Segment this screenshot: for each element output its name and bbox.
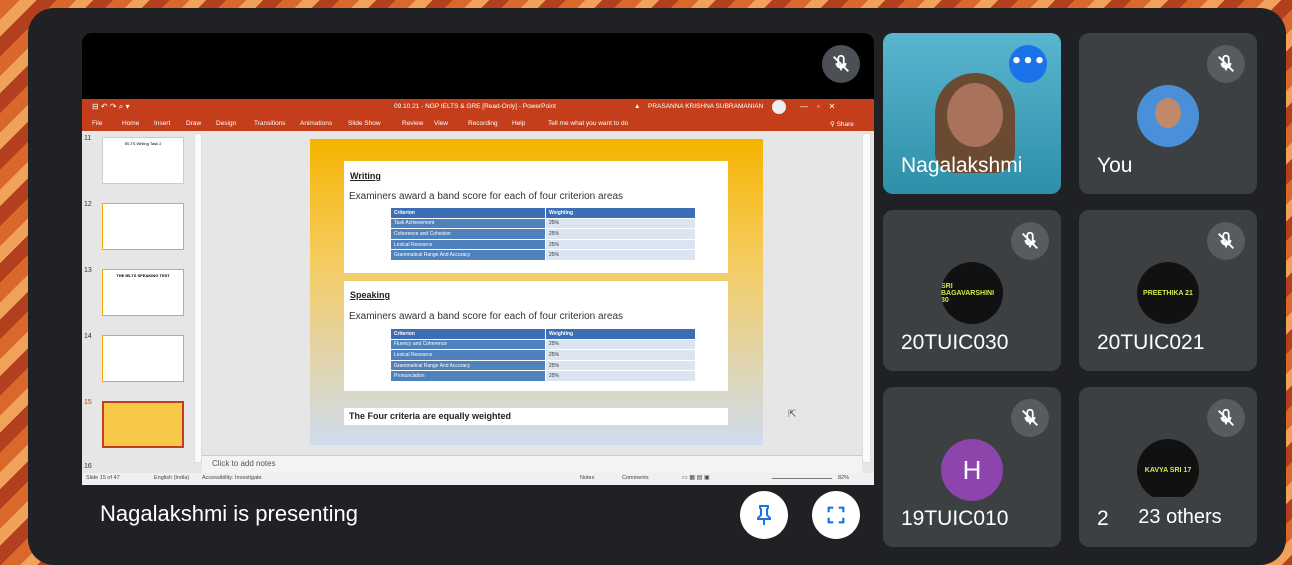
ribbon-tab-home[interactable]: Home — [122, 120, 139, 127]
thumb-number: 11 — [84, 135, 92, 142]
table-row: Lexical Resource 25% — [390, 349, 696, 361]
ppt-share-button[interactable]: ⚲ Share — [830, 120, 854, 128]
slide-thumbnail-13[interactable]: THE IELTS SPEAKING TEST — [102, 269, 184, 316]
ppt-user-avatar — [772, 100, 786, 114]
participant-name: 20TUIC030 — [901, 331, 1009, 354]
warning-icon: ▲ — [634, 103, 641, 110]
avatar: KAVYA SRI 17 — [1137, 439, 1199, 501]
pin-button[interactable] — [740, 491, 788, 539]
ppt-quick-access[interactable]: ⊟ ↶ ↷ ⌕ ▾ — [92, 102, 130, 112]
presentation-stage — [82, 33, 874, 99]
mic-off-icon — [1011, 222, 1049, 260]
ribbon-tab-recording[interactable]: Recording — [468, 120, 498, 127]
thumb-number: 15 — [84, 399, 92, 406]
powerpoint-window: ⊟ ↶ ↷ ⌕ ▾ 09.10.21 - NGP IELTS & GRE [Re… — [82, 99, 874, 485]
ppt-status-bar: Slide 15 of 47 English (India) Accessibi… — [82, 473, 874, 485]
presenting-banner: Nagalakshmi is presenting — [82, 485, 874, 547]
ppt-ribbon: ⊟ ↶ ↷ ⌕ ▾ 09.10.21 - NGP IELTS & GRE [Re… — [82, 99, 874, 131]
comments-button[interactable]: Comments — [622, 475, 649, 481]
table-row: Grammatical Range And Accuracy 25% — [390, 359, 696, 372]
ribbon-tab-slide-show[interactable]: Slide Show — [348, 120, 381, 127]
table-row: Lexical Resource 25% — [390, 238, 696, 251]
view-buttons[interactable]: ▭ ▦ ▤ ▣ — [682, 474, 710, 481]
notes-button[interactable]: Notes — [580, 475, 594, 481]
participant-tile-19tuic010[interactable]: H 19TUIC010 — [883, 387, 1061, 547]
avatar: PREETHIKA 21 — [1137, 262, 1199, 324]
mic-off-icon — [1011, 399, 1049, 437]
notes-placeholder: Click to add notes — [212, 459, 276, 468]
slide-thumbnail-pane: 11 IELTS Writing Task 2 12 13 THE IELTS … — [82, 131, 194, 470]
slide-counter: Slide 15 of 47 — [86, 475, 120, 481]
avatar — [1137, 85, 1199, 147]
others-count-chip[interactable]: 23 others — [1113, 497, 1247, 537]
thumb-number: 14 — [84, 333, 92, 340]
ribbon-tab-animations[interactable]: Animations — [300, 120, 332, 127]
ppt-user-name: PRASANNA KRISHNA SUBRAMANIAN — [648, 103, 764, 110]
ppt-window-title: 09.10.21 - NGP IELTS & GRE [Read-Only] -… — [394, 103, 556, 110]
speaking-subtext: Examiners award a band score for each of… — [349, 311, 624, 322]
slide-thumbnail-14[interactable] — [102, 335, 184, 382]
table-row: Fluency and Coherence 25% — [390, 338, 696, 351]
writing-criteria-table: Criterion Weighting Task Achievement 25% C… — [390, 207, 696, 261]
slide-scrollbar[interactable] — [862, 133, 871, 463]
zoom-level[interactable]: 82% — [838, 475, 849, 481]
participant-tile-you[interactable]: You — [1079, 33, 1257, 194]
slide-thumbnail-12[interactable] — [102, 203, 184, 250]
presenting-label: Nagalakshmi is presenting — [100, 501, 359, 526]
slide-thumbnail-11[interactable]: IELTS Writing Task 2 — [102, 137, 184, 184]
participant-name: 19TUIC010 — [901, 507, 1009, 530]
table-row: Pronunciation 25% — [390, 370, 696, 382]
participant-tile-others[interactable]: KAVYA SRI 17 2 23 others — [1079, 387, 1257, 547]
language-status[interactable]: English (India) — [154, 475, 189, 481]
zoom-slider[interactable] — [772, 478, 832, 479]
ribbon-tab-transitions[interactable]: Transitions — [254, 120, 286, 127]
slide-footer-text: The Four criteria are equally weighted — [349, 411, 512, 421]
speaking-criteria-table: Criterion Weighting Fluency and Coherence… — [390, 328, 696, 382]
presenter-mic-off-icon — [822, 45, 860, 83]
speaking-heading: Speaking — [350, 290, 391, 300]
ppt-window-controls[interactable]: — ▫ ✕ — [800, 102, 835, 111]
thumb-number: 13 — [84, 267, 92, 274]
writing-heading: Writing — [350, 171, 381, 181]
participant-name: 20TUIC021 — [1097, 331, 1205, 354]
pin-icon — [757, 505, 771, 525]
speaking-indicator-icon: ••• — [1009, 45, 1047, 83]
thumb-number: 16 — [84, 463, 92, 470]
ribbon-tab-insert[interactable]: Insert — [154, 120, 170, 127]
ribbon-tab-file[interactable]: File — [92, 120, 102, 127]
ribbon-tab-help[interactable]: Help — [512, 120, 525, 127]
writing-subtext: Examiners award a band score for each of… — [349, 191, 624, 202]
participant-tile-nagalakshmi[interactable]: ••• Nagalakshmi — [883, 33, 1061, 194]
thumb-number: 12 — [84, 201, 92, 208]
table-row: Task Achievement 25% — [390, 217, 696, 230]
footer-box: The Four criteria are equally weighted — [344, 408, 728, 425]
participant-name: You — [1097, 154, 1133, 177]
table-row: Grammatical Range And Accuracy 25% — [390, 249, 696, 261]
thumbnail-scrollbar[interactable] — [194, 133, 202, 463]
table-row: Coherence and Cohesion 25% — [390, 228, 696, 240]
ribbon-tab-draw[interactable]: Draw — [186, 120, 201, 127]
participant-name: Nagalakshmi — [901, 154, 1023, 177]
notes-pane[interactable]: Click to add notes — [202, 455, 862, 473]
fullscreen-icon — [827, 506, 845, 524]
cursor-icon: ⇱ — [788, 409, 797, 420]
slide-thumbnail-15[interactable] — [102, 401, 184, 448]
mic-off-icon — [1207, 45, 1245, 83]
ribbon-tab-view[interactable]: View — [434, 120, 448, 127]
mic-off-icon — [1207, 399, 1245, 437]
current-slide: Writing Examiners award a band score for… — [310, 139, 763, 445]
ribbon-tab-review[interactable]: Review — [402, 120, 423, 127]
speaking-box: Speaking Examiners award a band score fo… — [344, 281, 728, 391]
participant-name: 2 — [1097, 507, 1109, 530]
participant-tile-20tuic021[interactable]: PREETHIKA 21 20TUIC021 — [1079, 210, 1257, 371]
ribbon-tab-tell-me-what-you-want-to-do[interactable]: Tell me what you want to do — [548, 120, 628, 127]
ribbon-tab-design[interactable]: Design — [216, 120, 236, 127]
mic-off-icon — [1207, 222, 1245, 260]
writing-box: Writing Examiners award a band score for… — [344, 161, 728, 273]
fullscreen-button[interactable] — [812, 491, 860, 539]
participant-tile-20tuic030[interactable]: SRI BAGAVARSHINI 30 20TUIC030 — [883, 210, 1061, 371]
accessibility-status[interactable]: Accessibility: Investigate — [202, 475, 262, 481]
avatar: H — [941, 439, 1003, 501]
avatar: SRI BAGAVARSHINI 30 — [941, 262, 1003, 324]
